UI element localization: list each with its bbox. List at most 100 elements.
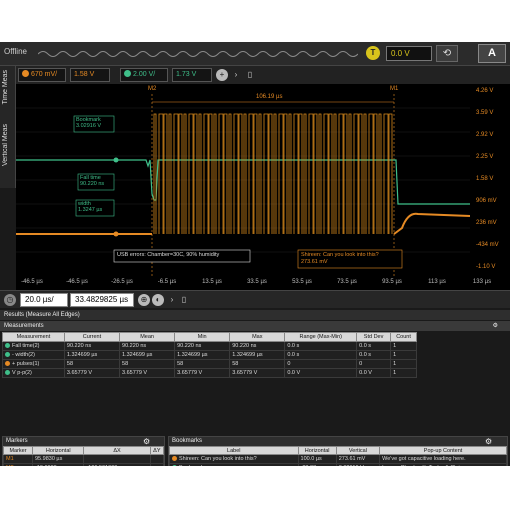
tab-vertical-meas[interactable]: Vertical Meas — [2, 124, 9, 166]
measurement-column-header[interactable]: Count — [390, 332, 417, 342]
timebase-menu-icon[interactable]: ▯ — [178, 294, 190, 306]
marker-column-header[interactable]: Marker — [3, 446, 33, 455]
marker-cell-text: M2 — [6, 465, 14, 466]
measurement-cell-text: 1.324699 µs — [66, 352, 98, 358]
ch1-offset: 1.58 V — [74, 71, 95, 78]
measurement-column-header[interactable]: Range (Max-Min) — [284, 332, 358, 342]
bookmark-color-icon — [172, 456, 177, 461]
autoset-button[interactable]: A — [478, 44, 506, 63]
measurement-cell-text: 1 — [393, 352, 397, 358]
waveform-plot[interactable]: Bookmark 3.02916 V Fall time 90.220 ns w… — [16, 84, 470, 278]
marker-cell: 95.9830 µs — [31, 454, 85, 464]
bookmarks-title: Bookmarks — [169, 437, 507, 446]
horizontal-position-field[interactable]: 33.4829825 µs — [70, 293, 134, 307]
measurement-column-header[interactable]: Std Dev — [356, 332, 392, 342]
marker-cell: -106.591000 µs — [83, 463, 151, 466]
marker-column-header[interactable]: ΔX — [83, 446, 151, 455]
measurement-row[interactable]: - width(2) 1.324699 µs 1.324699 µs 1.324699… — [2, 350, 417, 360]
bookmark-row[interactable]: Shireen: Can you look into this? 100.0 µs… — [169, 454, 507, 464]
usb-note-callout[interactable]: USB errors: Chamber=30C, 90% humidity — [117, 252, 219, 258]
measurement-cell-text: 90.220 ns — [66, 343, 92, 349]
marker-row[interactable]: M2 -10.6000 µs -106.591000 µs — [3, 463, 165, 466]
vertical-scale-label: 2.25 V — [476, 154, 494, 160]
measurement-cell-text: 0.0 s — [287, 352, 300, 358]
measurement-cell-text: 3.65779 V — [232, 370, 258, 376]
horizontal-scale-field[interactable]: 20.0 µs/ — [20, 293, 68, 307]
ch1-scale-box[interactable]: 670 mV/ — [18, 68, 66, 82]
ch1-offset-box[interactable]: 1.58 V — [70, 68, 110, 82]
marker-column-header[interactable]: ΔY — [149, 446, 165, 455]
bookmark-callout[interactable]: Bookmark 3.02916 V — [76, 117, 101, 129]
add-channel-icon[interactable]: + — [216, 69, 228, 81]
vertical-scale-label: 1.58 V — [476, 176, 494, 182]
measurement-cell: 0.0 V — [356, 368, 392, 378]
ch2-color-icon — [124, 70, 131, 77]
width-callout[interactable]: width 1.3247 µs — [78, 201, 102, 213]
top-toolbar: Offline T 0.0 V ⟲ A — [0, 42, 510, 66]
marker-m1-label[interactable]: M1 — [390, 86, 398, 92]
ch2-offset: 1.73 V — [176, 71, 197, 78]
trigger-badge[interactable]: T — [366, 46, 380, 60]
bookmark-cell: We've got capacitive loading here. — [379, 454, 507, 464]
undo-button[interactable]: ⟲ — [436, 45, 458, 62]
time-axis-label: 13.5 µs — [202, 279, 222, 285]
measurement-cell-text: 90.220 ns — [232, 343, 257, 349]
oscilloscope-window: Offline T 0.0 V ⟲ A Time Meas Vertical M… — [0, 42, 510, 466]
measurement-cell: 1.324699 µs — [63, 350, 121, 360]
measurement-column-header[interactable]: Min — [174, 332, 231, 342]
measurement-row[interactable]: V p-p(2) 3.65779 V 3.65779 V 3.65779 V 3.657… — [2, 368, 417, 378]
measurement-cell: 90.220 ns — [119, 341, 176, 351]
bookmark-column-header[interactable]: Vertical — [335, 446, 381, 455]
timebase-icon: ◷ — [4, 294, 16, 306]
measurement-column-header[interactable]: Mean — [119, 332, 176, 342]
markers-gear-icon[interactable]: ⚙ — [143, 437, 152, 446]
measurement-row[interactable]: Fall time(2) 90.220 ns 90.220 ns 90.220 ns 9… — [2, 341, 417, 351]
channel-menu-icon[interactable]: ▯ — [244, 69, 256, 81]
bookmark-column-header[interactable]: Horizontal — [297, 446, 337, 455]
measurement-row[interactable]: + pulses(1) 58 58 58 58 0 0 1 — [2, 359, 417, 369]
bookmark-cell-text: 273.61 mV — [338, 456, 366, 462]
shireen-callout[interactable]: Shireen: Can you look into this? 273.61 … — [301, 252, 379, 266]
measurement-cell-text: 1 — [393, 370, 397, 376]
bookmark-column-header[interactable]: Pop-up Content — [379, 446, 507, 455]
markers-table: MarkerHorizontalΔXΔY M1 95.9830 µs M2 -10.60… — [3, 446, 165, 466]
measurement-cell: 58 — [229, 359, 286, 369]
tab-time-meas[interactable]: Time Meas — [2, 70, 9, 104]
measurement-cell-text: 90.220 ns — [122, 343, 147, 349]
gear-icon[interactable]: ⚙ — [493, 321, 498, 331]
measurement-cell-text: + pulses(1) — [12, 361, 40, 367]
fall-time-callout[interactable]: Fall time 90.220 ns — [80, 175, 104, 187]
measurement-column-header[interactable]: Max — [229, 332, 286, 342]
measurement-column-header[interactable]: Measurement — [2, 332, 65, 342]
measurement-cell-text: 0 — [359, 361, 363, 367]
bookmarks-gear-icon[interactable]: ⚙ — [485, 437, 494, 446]
bookmark-row[interactable]: Bookmark -28.33 µs 3.02916 V Logan: Check w… — [169, 463, 507, 466]
markers-title: Markers — [3, 437, 164, 446]
measurement-column-header[interactable]: Current — [63, 332, 121, 342]
trigger-level-field[interactable]: 0.0 V — [386, 46, 432, 61]
measurement-cell: + pulses(1) — [2, 359, 65, 369]
time-axis-label: 113 µs — [428, 279, 446, 285]
measurement-color-icon — [5, 370, 10, 375]
time-axis-label: -6.5 µs — [157, 279, 177, 285]
ch2-offset-box[interactable]: 1.73 V — [172, 68, 212, 82]
measurement-cell-text: 0.0 V — [359, 370, 372, 376]
measurement-cell: 0 — [356, 359, 392, 369]
bookmark-column-header[interactable]: Label — [169, 446, 299, 455]
measurement-cell: 1.324699 µs — [174, 350, 231, 360]
marker-cell: M2 — [3, 463, 33, 466]
marker-cell-text: M1 — [6, 456, 14, 462]
marker-row[interactable]: M1 95.9830 µs — [3, 454, 165, 464]
marker-m2-label[interactable]: M2 — [148, 86, 156, 92]
cursor-delta-label: 106.19 µs — [256, 94, 283, 100]
measurement-cell: 0.0 s — [284, 341, 358, 351]
zoom-icon[interactable]: ⊕ — [138, 294, 150, 306]
marker-cell — [149, 454, 165, 464]
measurement-cell-text: 90.220 ns — [177, 343, 202, 349]
chevron-right-icon-2[interactable]: › — [166, 294, 178, 306]
pan-icon[interactable]: ◐ — [152, 294, 164, 306]
marker-column-header[interactable]: Horizontal — [31, 446, 85, 455]
measurement-color-icon — [5, 352, 10, 357]
ch2-scale-box[interactable]: 2.00 V/ — [120, 68, 168, 82]
chevron-right-icon[interactable]: › — [230, 69, 242, 81]
